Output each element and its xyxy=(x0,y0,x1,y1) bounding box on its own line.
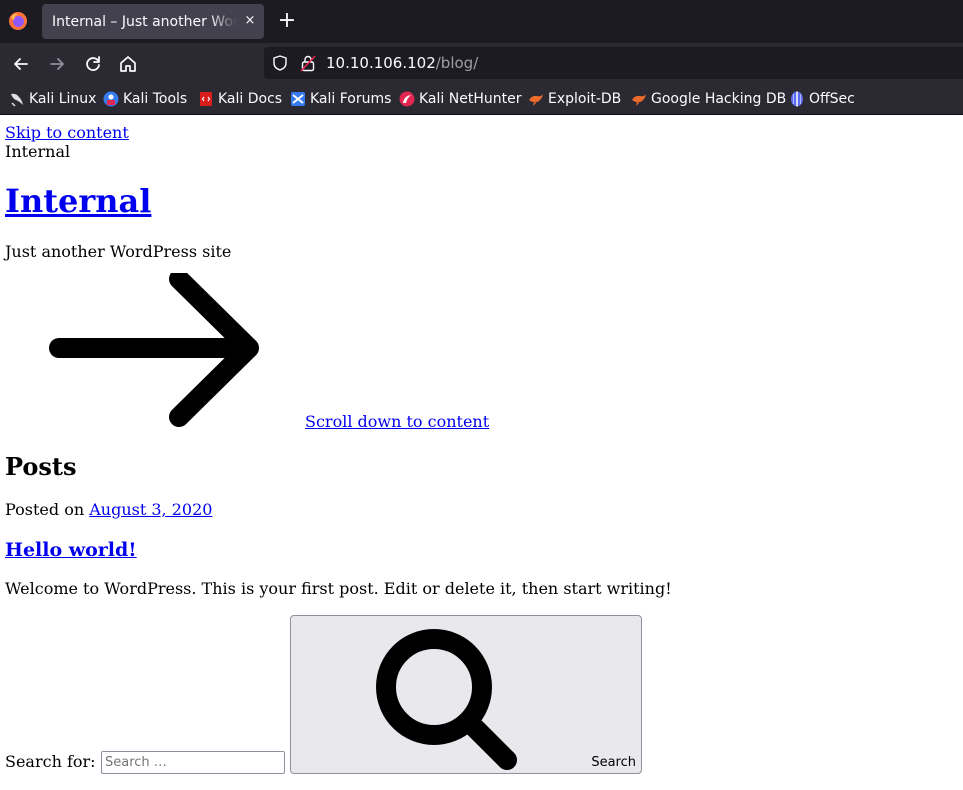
page-viewport: Skip to content Internal Internal Just a… xyxy=(0,115,963,790)
tab-title: Internal – Just another WordPress site xyxy=(52,14,237,30)
kali-nethunter-icon xyxy=(399,91,415,107)
kali-tools-icon xyxy=(103,91,119,107)
new-tab-icon[interactable]: + xyxy=(276,10,298,32)
post-date-link[interactable]: August 3, 2020 xyxy=(89,500,212,519)
posted-on-label: Posted on xyxy=(5,500,85,519)
bookmark-label: Kali Docs xyxy=(218,91,283,107)
search-icon xyxy=(376,629,517,770)
site-name-text: Internal xyxy=(5,142,71,161)
tracking-shield-icon[interactable] xyxy=(272,55,288,71)
bookmark-label: Kali Forums xyxy=(310,91,392,107)
exploit-db-icon xyxy=(529,94,543,106)
back-arrow-icon[interactable] xyxy=(10,53,32,75)
search-button[interactable]: Search xyxy=(290,615,642,774)
posts-heading: Posts xyxy=(5,452,77,481)
nav-toolbar: 10.10.106.102/blog/ xyxy=(0,43,963,84)
bookmark-label: OffSec xyxy=(809,91,855,107)
reload-icon[interactable] xyxy=(82,53,104,75)
home-icon[interactable] xyxy=(117,53,139,75)
arrow-right-icon[interactable] xyxy=(47,273,262,435)
url-text[interactable]: 10.10.106.102/blog/ xyxy=(326,54,478,72)
site-tagline: Just another WordPress site xyxy=(5,242,232,261)
kali-docs-icon xyxy=(200,92,212,106)
post-title-link[interactable]: Hello world! xyxy=(5,538,137,562)
site-title-link[interactable]: Internal xyxy=(5,181,151,221)
kali-dragon-icon xyxy=(11,93,23,107)
search-button-label: Search xyxy=(591,755,636,770)
search-input[interactable] xyxy=(101,751,285,774)
bookmarks-toolbar: Kali Linux Kali Tools Kali Docs Kali For… xyxy=(0,84,963,115)
tab-active[interactable]: Internal – Just another WordPress site × xyxy=(42,4,264,39)
search-label: Search for: xyxy=(5,752,96,771)
tab-close-icon[interactable]: × xyxy=(242,13,258,29)
bookmark-label: Exploit-DB xyxy=(548,91,622,107)
kali-forums-icon xyxy=(291,92,305,106)
offsec-icon xyxy=(791,91,803,107)
bookmark-label: Kali Linux xyxy=(29,91,97,107)
bookmark-label: Kali Tools xyxy=(123,91,188,107)
insecure-lock-icon[interactable] xyxy=(300,54,316,72)
scroll-down-link[interactable]: Scroll down to content xyxy=(305,412,489,431)
post-excerpt: Welcome to WordPress. This is your first… xyxy=(5,579,672,598)
post-meta: Posted on August 3, 2020 xyxy=(5,500,212,519)
url-bar[interactable]: 10.10.106.102/blog/ xyxy=(264,47,963,79)
tab-strip: Internal – Just another WordPress site ×… xyxy=(0,0,963,43)
url-host: 10.10.106.102 xyxy=(326,54,436,72)
ghdb-icon xyxy=(632,94,646,106)
url-path: /blog/ xyxy=(435,54,479,72)
bookmark-label: Google Hacking DB xyxy=(651,91,787,107)
forward-arrow-icon[interactable] xyxy=(46,53,68,75)
bookmark-label: Kali NetHunter xyxy=(419,91,522,107)
firefox-icon[interactable] xyxy=(8,11,28,31)
skip-to-content-link[interactable]: Skip to content xyxy=(5,123,129,142)
